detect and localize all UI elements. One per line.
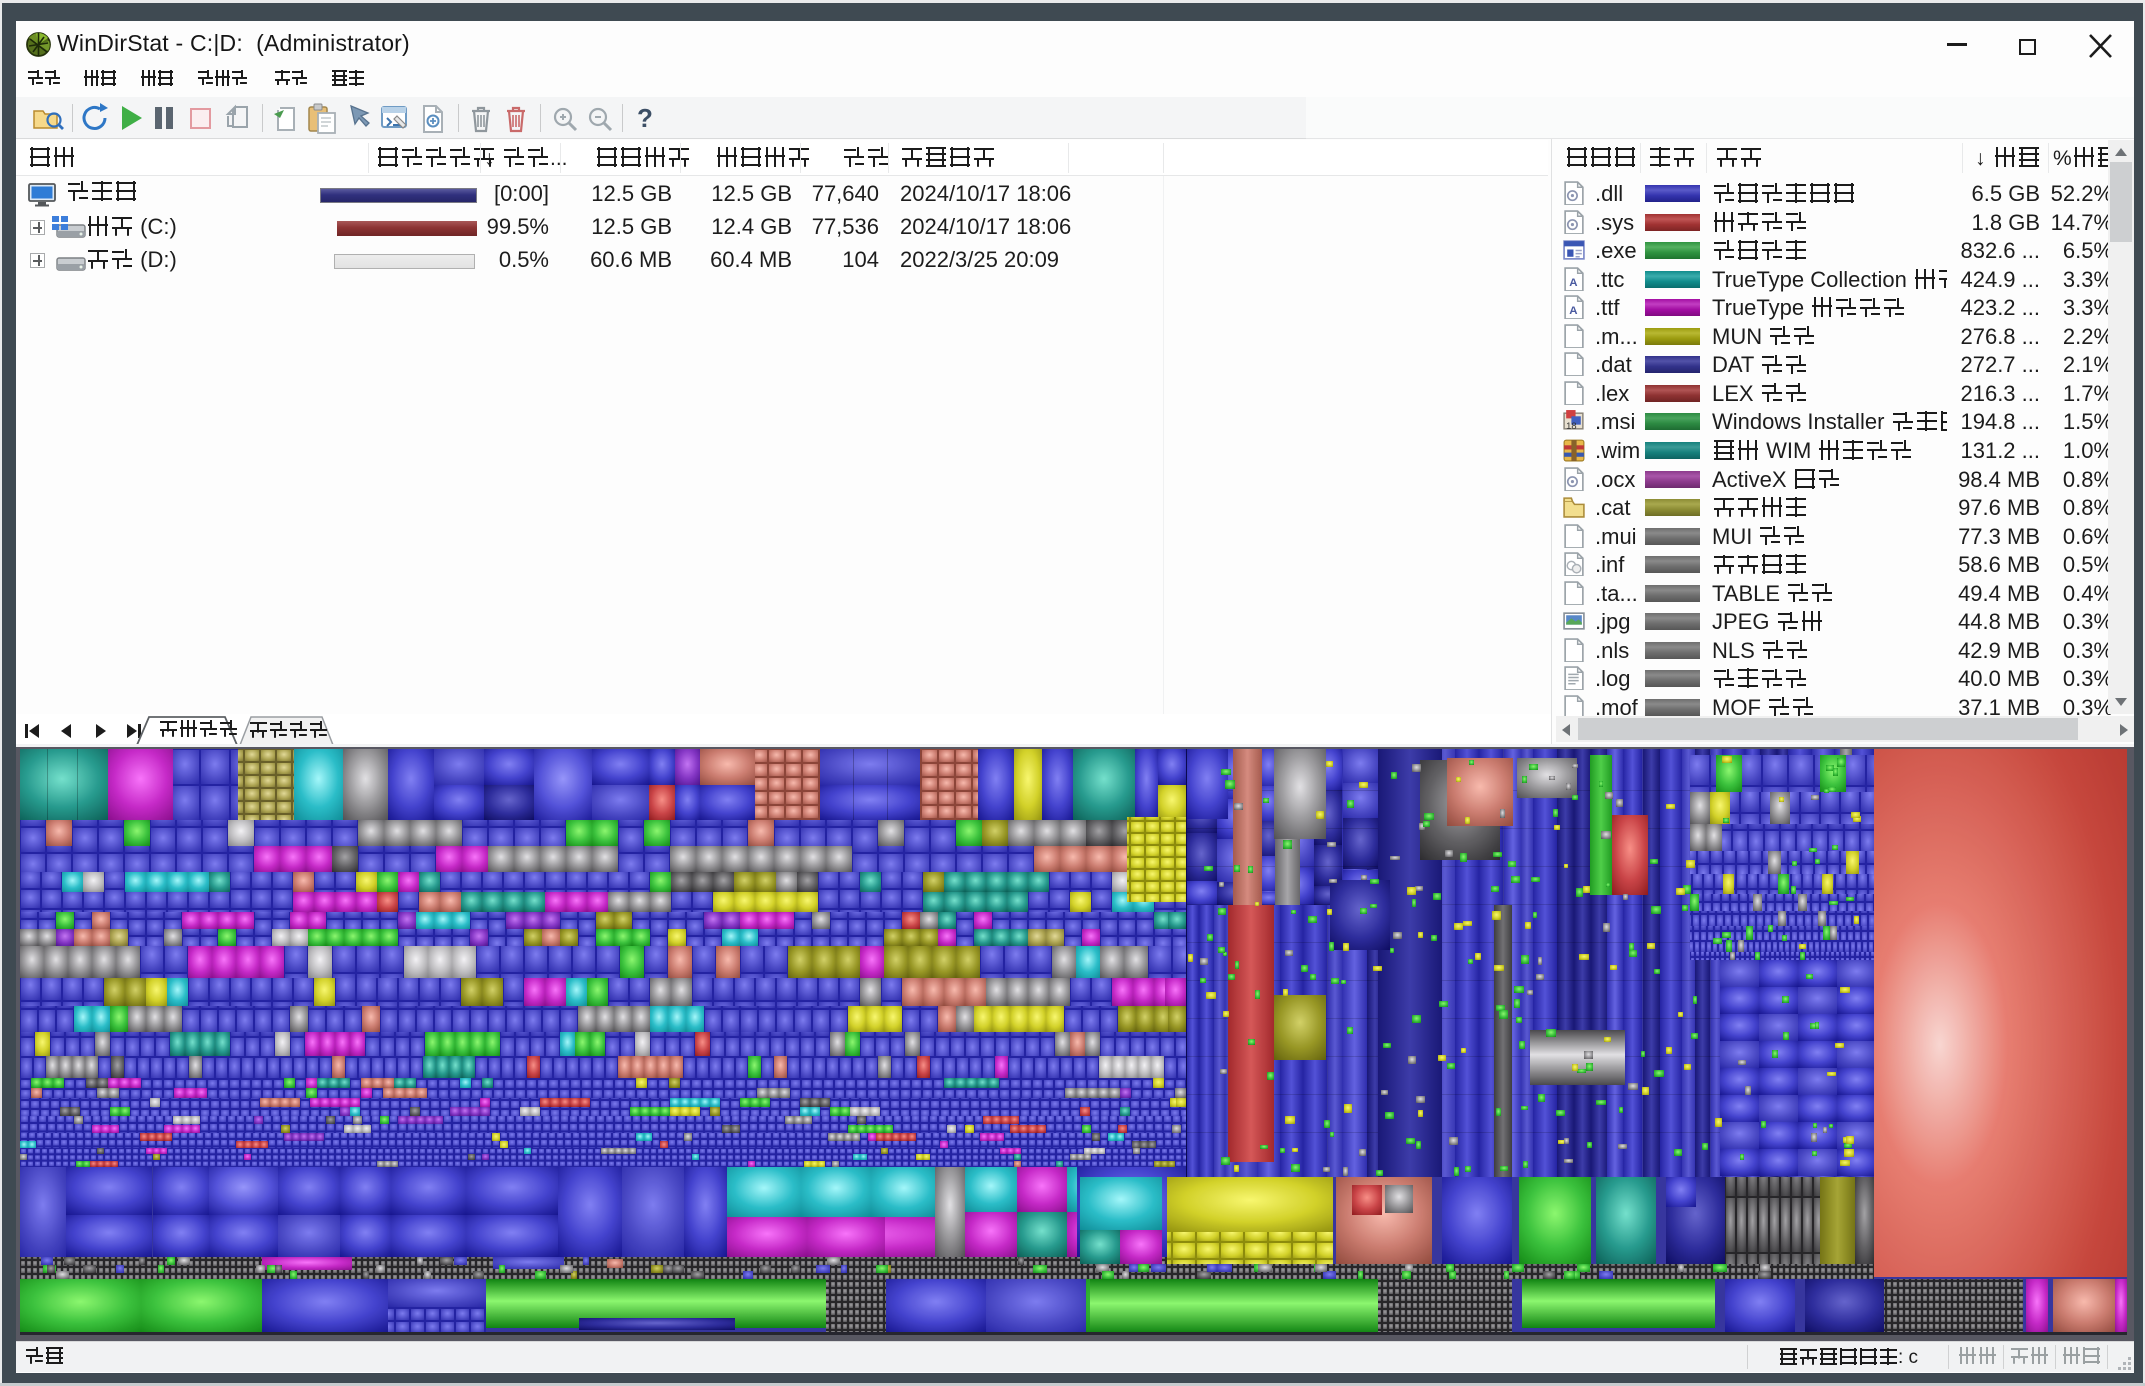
svg-text:A: A [1569,276,1577,288]
svg-text:A: A [1569,305,1577,317]
svg-text:18: 18 [1566,420,1576,431]
